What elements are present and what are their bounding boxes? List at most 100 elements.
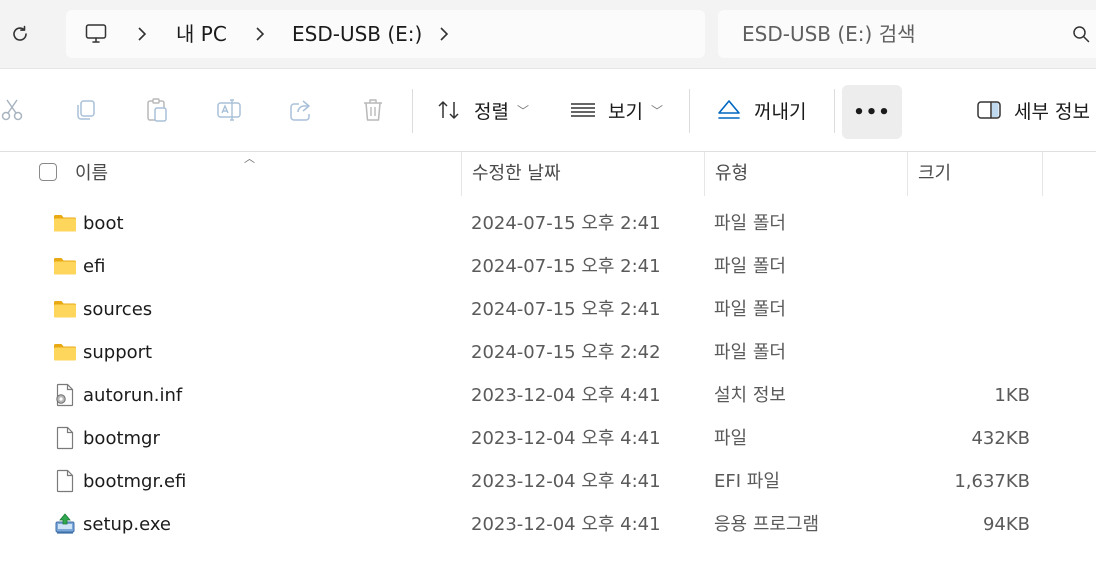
command-bar: 정렬 ﹀ 보기 ﹀ 꺼내기 ••• 세부 정보 bbox=[0, 68, 1096, 152]
rename-button[interactable] bbox=[215, 83, 243, 137]
sort-button[interactable]: 정렬 ﹀ bbox=[436, 83, 536, 137]
file-type: 파일 폴더 bbox=[714, 256, 786, 277]
details-label: 세부 정보 bbox=[1014, 100, 1090, 123]
file-type: 설치 정보 bbox=[714, 385, 786, 406]
cut-button[interactable] bbox=[0, 83, 26, 137]
column-header-name[interactable]: 이름 bbox=[75, 152, 108, 196]
file-type: EFI 파일 bbox=[714, 471, 780, 492]
eject-label: 꺼내기 bbox=[754, 100, 807, 123]
file-type: 파일 폴더 bbox=[714, 213, 786, 234]
file-row[interactable]: autorun.inf 2023-12-04 오후 4:41 설치 정보 1KB bbox=[0, 374, 1096, 417]
view-button[interactable]: 보기 ﹀ bbox=[570, 83, 670, 137]
file-icon bbox=[53, 469, 77, 493]
breadcrumb-esd-usb[interactable]: ESD-USB (E:) bbox=[292, 10, 422, 58]
sort-ascending-icon: ︿ bbox=[244, 152, 255, 165]
file-row[interactable]: sources 2024-07-15 오후 2:41 파일 폴더 bbox=[0, 288, 1096, 331]
file-date-modified: 2024-07-15 오후 2:41 bbox=[471, 299, 661, 320]
more-icon: ••• bbox=[853, 101, 891, 123]
file-type: 응용 프로그램 bbox=[714, 514, 820, 535]
search-icon[interactable] bbox=[1072, 25, 1090, 43]
file-row[interactable]: support 2024-07-15 오후 2:42 파일 폴더 bbox=[0, 331, 1096, 374]
file-name[interactable]: autorun.inf bbox=[83, 374, 182, 417]
file-size: 1,637KB bbox=[954, 471, 1030, 492]
toolbar-divider bbox=[689, 89, 690, 133]
file-name[interactable]: bootmgr bbox=[83, 417, 160, 460]
file-date-modified: 2024-07-15 오후 2:42 bbox=[471, 342, 661, 363]
copy-icon bbox=[77, 100, 95, 120]
eject-icon bbox=[718, 100, 740, 119]
file-row[interactable]: boot 2024-07-15 오후 2:41 파일 폴더 bbox=[0, 202, 1096, 245]
paste-button[interactable] bbox=[143, 83, 171, 137]
folder-icon bbox=[53, 340, 77, 364]
refresh-button[interactable] bbox=[6, 20, 34, 48]
file-type: 파일 폴더 bbox=[714, 342, 786, 363]
cut-icon bbox=[1, 99, 23, 121]
file-type: 파일 bbox=[714, 428, 748, 449]
file-icon bbox=[53, 426, 77, 450]
sort-icon bbox=[438, 101, 459, 119]
column-header-date[interactable]: 수정한 날짜 bbox=[472, 152, 561, 196]
file-row[interactable]: setup.exe 2023-12-04 오후 4:41 응용 프로그램 94KB bbox=[0, 503, 1096, 546]
address-area: 내 PC ESD-USB (E:) ESD-USB (E:) 검색 bbox=[0, 0, 1096, 68]
column-header-size[interactable]: 크기 bbox=[918, 152, 951, 196]
column-header-row: ︿ 이름 수정한 날짜 유형 크기 bbox=[0, 152, 1096, 198]
chevron-right-icon[interactable] bbox=[252, 26, 268, 42]
list-view-icon bbox=[571, 103, 595, 117]
toolbar-divider bbox=[834, 89, 835, 133]
file-date-modified: 2023-12-04 오후 4:41 bbox=[471, 385, 661, 406]
file-date-modified: 2024-07-15 오후 2:41 bbox=[471, 213, 661, 234]
select-all-checkbox[interactable] bbox=[39, 163, 57, 181]
folder-icon bbox=[53, 211, 77, 235]
file-size: 94KB bbox=[982, 514, 1030, 535]
file-date-modified: 2023-12-04 오후 4:41 bbox=[471, 471, 661, 492]
chevron-right-icon[interactable] bbox=[134, 26, 150, 42]
file-size: 432KB bbox=[971, 428, 1030, 449]
this-pc-icon[interactable] bbox=[84, 22, 108, 50]
file-name[interactable]: bootmgr.efi bbox=[83, 460, 186, 503]
column-divider[interactable] bbox=[461, 152, 462, 196]
file-name[interactable]: setup.exe bbox=[83, 503, 171, 546]
file-name[interactable]: sources bbox=[83, 288, 152, 331]
search-placeholder: ESD-USB (E:) 검색 bbox=[742, 22, 916, 46]
file-row[interactable]: bootmgr 2023-12-04 오후 4:41 파일 432KB bbox=[0, 417, 1096, 460]
folder-icon bbox=[53, 297, 77, 321]
setup-exe-icon bbox=[53, 512, 77, 536]
address-bar[interactable]: 내 PC ESD-USB (E:) bbox=[66, 10, 705, 58]
breadcrumb-this-pc[interactable]: 내 PC bbox=[176, 10, 227, 58]
file-date-modified: 2023-12-04 오후 4:41 bbox=[471, 428, 661, 449]
folder-icon bbox=[53, 254, 77, 278]
file-date-modified: 2024-07-15 오후 2:41 bbox=[471, 256, 661, 277]
toolbar-divider bbox=[412, 89, 413, 133]
chevron-down-icon: ﹀ bbox=[650, 103, 663, 118]
column-divider[interactable] bbox=[704, 152, 705, 196]
chevron-right-icon[interactable] bbox=[436, 26, 452, 42]
sort-label: 정렬 bbox=[474, 100, 509, 123]
share-icon bbox=[290, 100, 310, 121]
search-input[interactable]: ESD-USB (E:) 검색 bbox=[718, 10, 1096, 58]
view-label: 보기 bbox=[608, 100, 643, 123]
file-date-modified: 2023-12-04 오후 4:41 bbox=[471, 514, 661, 535]
paste-icon bbox=[147, 98, 167, 122]
column-divider[interactable] bbox=[1042, 152, 1043, 196]
refresh-icon bbox=[13, 25, 27, 41]
file-size: 1KB bbox=[994, 385, 1030, 406]
delete-icon bbox=[364, 99, 382, 121]
file-name[interactable]: support bbox=[83, 331, 152, 374]
copy-button[interactable] bbox=[72, 83, 100, 137]
chevron-down-icon: ﹀ bbox=[516, 103, 529, 118]
details-pane-icon bbox=[977, 101, 1001, 119]
share-button[interactable] bbox=[287, 83, 315, 137]
file-row[interactable]: efi 2024-07-15 오후 2:41 파일 폴더 bbox=[0, 245, 1096, 288]
eject-button[interactable]: 꺼내기 bbox=[716, 83, 816, 137]
column-header-type[interactable]: 유형 bbox=[715, 152, 748, 196]
file-name[interactable]: boot bbox=[83, 202, 124, 245]
more-options-button[interactable]: ••• bbox=[842, 85, 902, 139]
file-row[interactable]: bootmgr.efi 2023-12-04 오후 4:41 EFI 파일 1,637… bbox=[0, 460, 1096, 503]
column-divider[interactable] bbox=[907, 152, 908, 196]
details-pane-button[interactable]: 세부 정보 bbox=[976, 83, 1096, 137]
rename-icon bbox=[217, 99, 241, 121]
file-type: 파일 폴더 bbox=[714, 299, 786, 320]
setup-info-icon bbox=[53, 383, 77, 407]
delete-button[interactable] bbox=[359, 83, 387, 137]
file-name[interactable]: efi bbox=[83, 245, 105, 288]
